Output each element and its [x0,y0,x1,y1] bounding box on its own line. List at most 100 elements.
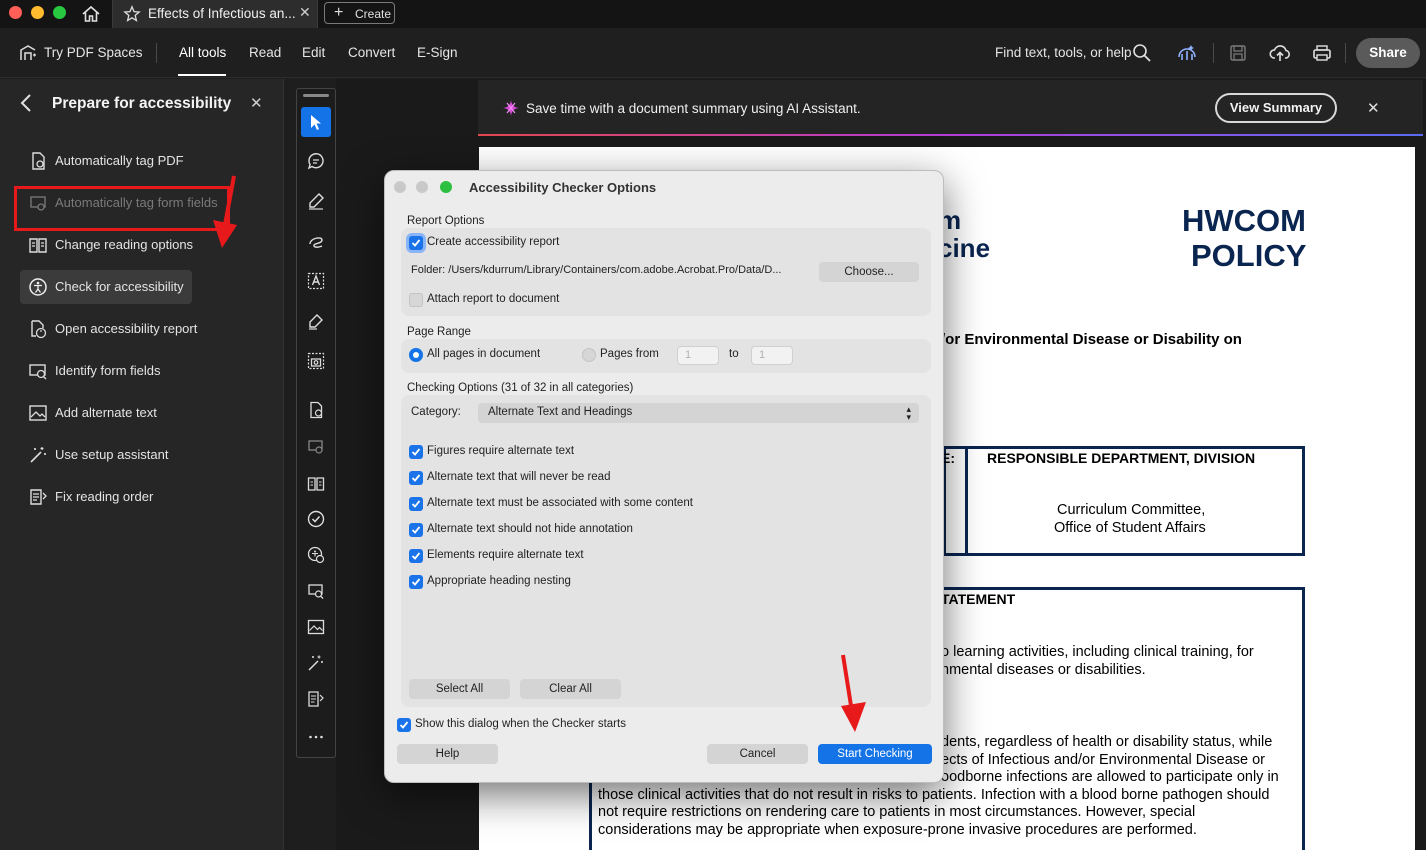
active-menu-indicator [178,74,226,76]
search-icon[interactable] [1131,42,1153,64]
comment-tool-button[interactable] [301,146,331,176]
policy-title-line2: POLICY [1191,238,1307,273]
help-button[interactable]: Help [397,744,498,764]
panel-title: Prepare for accessibility [52,95,232,112]
tool-open-accessibility-report[interactable]: Open accessibility report [20,312,250,346]
create-button[interactable]: + Create [324,2,395,24]
minimize-window-button[interactable] [31,6,44,19]
reading-options-icon [307,477,325,491]
accessibility-check-tool-button[interactable] [301,504,331,534]
checkmark-icon [399,721,409,729]
checkmark-icon [411,578,421,586]
start-checking-button[interactable]: Start Checking [818,744,932,764]
close-tab-icon[interactable]: ✕ [299,4,311,21]
highlight-tool-button[interactable] [301,186,331,216]
form-fields-icon [308,584,324,599]
zoom-window-button[interactable] [53,6,66,19]
pages-from-radio[interactable] [582,348,596,362]
sign-tool-button[interactable] [301,306,331,336]
tool-use-setup-assistant[interactable]: Use setup assistant [20,438,250,472]
tag-pdf-tool-button[interactable] [301,395,331,425]
accessibility-report-tool-button[interactable] [301,540,331,570]
checkmark-icon [411,552,421,560]
select-all-button[interactable]: Select All [409,679,510,699]
option-label: Alternate text that will never be read [427,471,611,483]
tool-label: Check for accessibility [55,279,184,294]
share-button[interactable]: Share [1356,38,1420,68]
cloud-upload-icon[interactable] [1269,42,1291,64]
policy-title-line1: HWCOM [1182,203,1306,238]
comment-icon [307,153,324,170]
close-window-button[interactable] [9,6,22,19]
clear-all-button[interactable]: Clear All [520,679,621,699]
setup-assistant-tool-button[interactable] [301,648,331,678]
back-chevron-icon[interactable] [18,93,34,113]
dialog-close-button[interactable] [394,181,406,193]
tool-add-alternate-text[interactable]: Add alternate text [20,396,250,430]
choose-folder-button[interactable]: Choose... [819,262,919,282]
tag-form-fields-tool-button[interactable] [301,432,331,462]
cancel-button[interactable]: Cancel [707,744,808,764]
save-icon[interactable] [1227,42,1249,64]
para2-line: considerations may be appropriate when e… [598,821,1197,838]
view-summary-button[interactable]: View Summary [1215,93,1337,123]
reading-order-icon [30,489,47,505]
option-checkbox[interactable] [409,497,423,511]
document-tab[interactable]: Effects of Infectious an... ✕ [112,0,318,28]
cursor-icon [311,115,321,130]
accessibility-report-icon [31,320,47,339]
text-tool-button[interactable] [301,266,331,296]
category-value: Alternate Text and Headings [488,406,633,418]
tool-fix-reading-order[interactable]: Fix reading order [20,480,250,514]
reading-options-tool-button[interactable] [301,469,331,499]
menu-convert[interactable]: Convert [348,45,395,60]
checkmark-icon [411,526,421,534]
snapshot-tool-button[interactable] [301,346,331,376]
drag-handle[interactable] [303,94,329,97]
more-icon [309,735,323,739]
folder-path: Folder: /Users/kdurrum/Library/Container… [411,264,782,276]
dialog-zoom-button[interactable] [440,181,452,193]
tool-check-for-accessibility[interactable]: Check for accessibility [20,270,192,304]
option-checkbox[interactable] [409,445,423,459]
draw-tool-button[interactable] [301,226,331,256]
category-select[interactable]: Alternate Text and Headings ▴ ▾ [478,403,919,423]
reading-order-tool-button[interactable] [301,684,331,714]
option-checkbox[interactable] [409,549,423,563]
option-checkbox[interactable] [409,471,423,485]
try-pdf-spaces-link[interactable]: Try PDF Spaces [44,45,143,60]
select-tool-button[interactable] [301,107,331,137]
home-icon[interactable] [80,3,102,25]
ai-assistant-icon[interactable] [1176,42,1198,64]
tool-label: Fix reading order [55,489,154,504]
close-banner-icon[interactable]: ✕ [1367,99,1380,117]
all-pages-radio[interactable] [409,348,423,362]
menu-edit[interactable]: Edit [302,45,325,60]
tool-identify-form-fields[interactable]: Identify form fields [20,354,250,388]
tool-label: Automatically tag PDF [55,153,184,168]
create-report-checkbox[interactable] [409,236,423,250]
more-tools-button[interactable] [301,722,331,752]
attach-report-checkbox[interactable] [409,293,423,307]
star-icon[interactable] [123,5,141,23]
to-page-input[interactable]: 1 [751,346,793,365]
from-page-input[interactable]: 1 [677,346,719,365]
menu-esign[interactable]: E-Sign [417,45,458,60]
policy-subject: /or Environmental Disease or Disability … [941,331,1242,348]
reading-options-icon [29,238,47,253]
toolbar-divider [1213,43,1214,63]
tag-form-fields-icon [308,440,323,454]
updown-chevron-icon: ▴ ▾ [906,404,911,422]
attach-report-label: Attach report to document [427,293,560,305]
option-checkbox[interactable] [409,575,423,589]
option-checkbox[interactable] [409,523,423,537]
alternate-text-tool-button[interactable] [301,612,331,642]
identify-form-fields-tool-button[interactable] [301,576,331,606]
menu-all-tools[interactable]: All tools [179,45,226,60]
search-label[interactable]: Find text, tools, or help [995,45,1132,60]
print-icon[interactable] [1311,42,1333,64]
show-dialog-checkbox[interactable] [397,718,411,732]
menu-read[interactable]: Read [249,45,281,60]
close-panel-icon[interactable]: ✕ [250,94,263,112]
annotation-arrow-icon [213,175,237,248]
